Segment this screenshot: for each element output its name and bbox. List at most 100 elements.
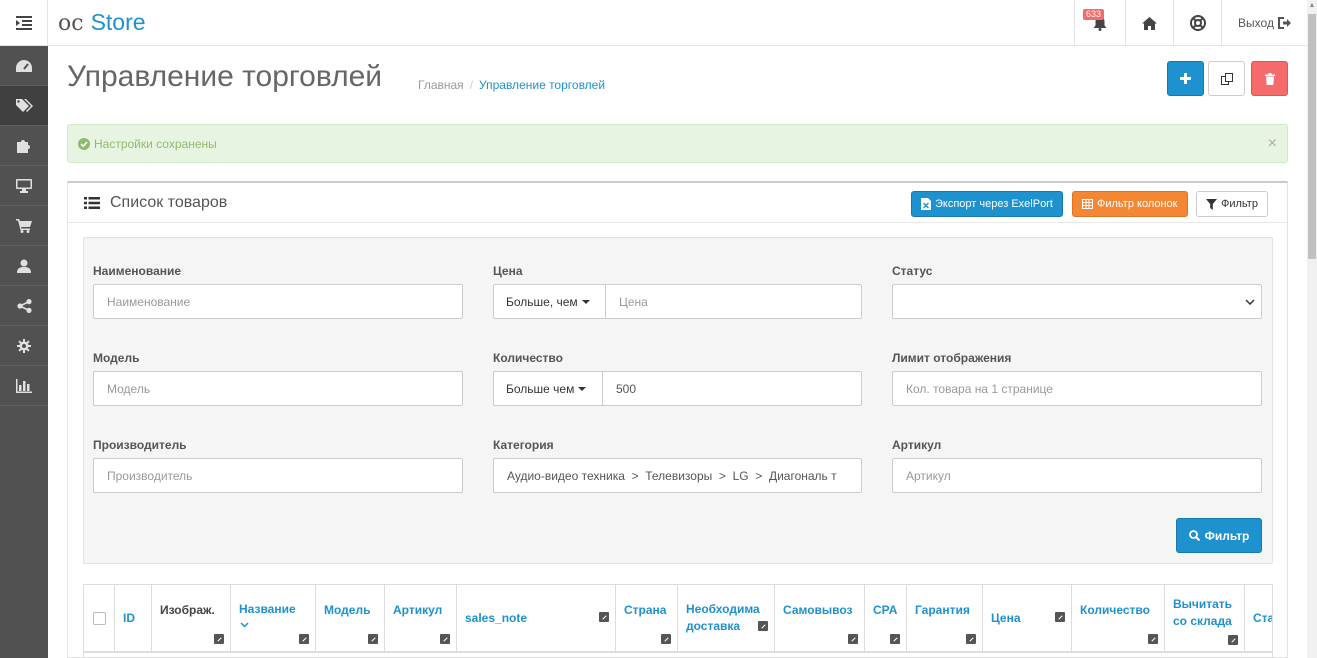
add-button[interactable]	[1167, 61, 1204, 96]
plus-icon	[1180, 73, 1191, 84]
scroll-thumb[interactable]	[1308, 14, 1316, 259]
logout-button[interactable]: Выход	[1221, 0, 1307, 46]
life-ring-icon	[1189, 15, 1206, 31]
home-button[interactable]	[1125, 0, 1173, 46]
sign-out-icon	[1277, 17, 1291, 29]
column-sku[interactable]: Артикул	[385, 585, 457, 653]
edit-icon[interactable]	[599, 612, 609, 622]
table-icon	[1082, 199, 1093, 209]
filter-price-input[interactable]: Цена	[605, 284, 862, 319]
logo[interactable]: oc Store	[58, 9, 146, 36]
column-pickup[interactable]: Самовывоз	[775, 585, 865, 653]
filter-quantity-input[interactable]: 500	[602, 371, 862, 406]
funnel-icon	[1206, 198, 1217, 210]
sidebar-item-design[interactable]	[0, 166, 48, 206]
edit-icon[interactable]	[214, 634, 224, 644]
file-excel-icon	[921, 198, 931, 210]
filter-model-input[interactable]: Модель	[93, 371, 463, 406]
edit-icon[interactable]	[890, 634, 900, 644]
panel-title: Список товаров	[110, 194, 228, 211]
toggle-filter-button[interactable]: Фильтр	[1196, 191, 1268, 217]
column-warranty[interactable]: Гарантия	[907, 585, 983, 653]
edit-icon[interactable]	[758, 621, 768, 631]
sidebar-item-reports[interactable]	[0, 366, 48, 406]
list-icon	[84, 197, 100, 209]
edit-icon[interactable]	[966, 634, 976, 644]
sidebar-item-customers[interactable]	[0, 246, 48, 286]
edit-icon[interactable]	[1055, 612, 1065, 622]
alert-message: Настройки сохранены	[94, 136, 217, 151]
sidebar-item-settings[interactable]	[0, 326, 48, 366]
sidebar-item-extensions[interactable]	[0, 126, 48, 166]
filter-limit-input[interactable]: Кол. товара на 1 странице	[892, 371, 1262, 406]
edit-icon[interactable]	[1148, 634, 1158, 644]
column-country[interactable]: Страна	[616, 585, 678, 653]
product-list-panel: Список товаров Экспорт через ExelPort Фи…	[67, 181, 1288, 658]
search-icon	[1188, 530, 1200, 541]
product-table: ID Изображ. Название Модель Артикул sale…	[83, 584, 1273, 658]
column-status[interactable]: Ста	[1245, 585, 1272, 653]
sidebar-item-marketing[interactable]	[0, 286, 48, 326]
breadcrumb: Главная / Управление торговлей	[418, 78, 606, 92]
filter-limit-label: Лимит отображения	[892, 351, 1012, 365]
filter-form: Наименование Наименование Цена Больше, ч…	[83, 237, 1273, 564]
alert-close-button[interactable]: ×	[1268, 135, 1277, 153]
indent-icon	[15, 16, 32, 30]
edit-icon[interactable]	[661, 634, 671, 644]
filter-category-label: Категория	[493, 438, 554, 452]
select-all-cell	[84, 585, 115, 653]
chevron-down-icon	[1245, 299, 1255, 305]
column-sales-note[interactable]: sales_note	[457, 585, 616, 653]
edit-icon[interactable]	[440, 634, 450, 644]
filter-name-input[interactable]: Наименование	[93, 284, 463, 319]
column-name[interactable]: Название	[231, 585, 316, 653]
scroll-up-arrow[interactable]: ▲	[1307, 0, 1317, 10]
quantity-operator-dropdown[interactable]: Больше чем	[493, 371, 603, 406]
column-cpa[interactable]: CPA	[865, 585, 907, 653]
sidebar-item-dashboard[interactable]	[0, 46, 48, 86]
filter-sku-input[interactable]: Артикул	[892, 458, 1262, 493]
apply-filter-button[interactable]: Фильтр	[1176, 518, 1262, 553]
breadcrumb-current[interactable]: Управление торговлей	[479, 78, 605, 92]
cart-icon	[16, 218, 32, 233]
edit-icon[interactable]	[299, 634, 309, 644]
column-filter-button[interactable]: Фильтр колонок	[1072, 191, 1188, 217]
page-title: Управление торговлей	[67, 60, 383, 93]
column-image: Изображ.	[152, 585, 231, 653]
sidebar	[0, 46, 48, 658]
filter-name-label: Наименование	[93, 264, 182, 278]
filter-manufacturer-input[interactable]: Производитель	[93, 458, 463, 493]
filter-category-input[interactable]: Аудио-видео техника > Телевизоры > LG > …	[493, 458, 862, 493]
filter-sku-label: Артикул	[892, 438, 942, 452]
sidebar-item-catalog[interactable]	[0, 86, 48, 126]
sidebar-item-sales[interactable]	[0, 206, 48, 246]
price-operator-dropdown[interactable]: Больше, чем	[493, 284, 606, 319]
bar-chart-icon	[16, 378, 32, 393]
export-exelport-button[interactable]: Экспорт через ExelPort	[911, 191, 1063, 217]
copy-icon	[1220, 72, 1233, 85]
notifications-button[interactable]: 633	[1074, 0, 1125, 46]
delete-button[interactable]	[1251, 61, 1288, 96]
column-id[interactable]: ID	[115, 585, 152, 653]
dashboard-icon	[16, 59, 32, 72]
page-scrollbar[interactable]: ▲	[1307, 0, 1317, 658]
caret-icon	[581, 299, 590, 304]
column-price[interactable]: Цена	[983, 585, 1072, 653]
menu-toggle-button[interactable]	[0, 0, 48, 46]
home-icon	[1142, 16, 1157, 30]
column-model[interactable]: Модель	[316, 585, 385, 653]
filter-price-label: Цена	[493, 264, 523, 278]
edit-icon[interactable]	[848, 634, 858, 644]
breadcrumb-home[interactable]: Главная	[418, 78, 464, 92]
column-subtract-stock[interactable]: Вычитать со склада	[1165, 585, 1245, 653]
column-delivery[interactable]: Необходима доставка	[678, 585, 775, 653]
puzzle-icon	[16, 140, 30, 153]
copy-button[interactable]	[1208, 61, 1245, 96]
sort-down-icon	[240, 622, 249, 628]
select-all-checkbox[interactable]	[92, 611, 106, 625]
column-quantity[interactable]: Количество	[1072, 585, 1165, 653]
edit-icon[interactable]	[368, 634, 378, 644]
support-button[interactable]	[1173, 0, 1221, 46]
filter-status-select[interactable]	[892, 284, 1262, 319]
edit-icon[interactable]	[1228, 635, 1238, 645]
